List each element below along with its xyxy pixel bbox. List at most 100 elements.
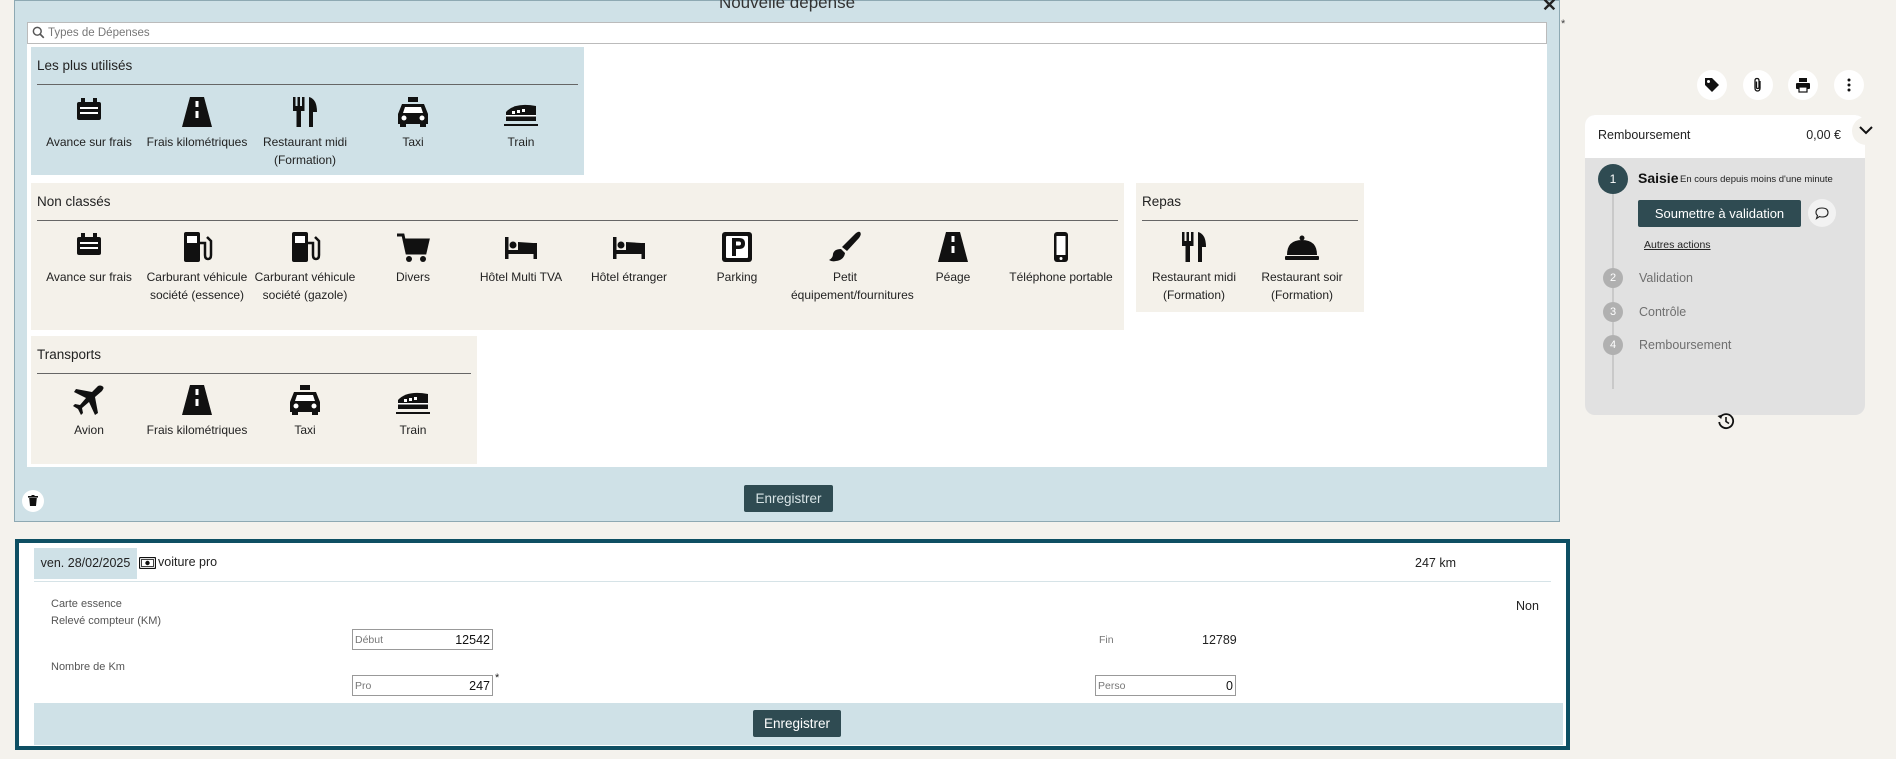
odometer-start-field[interactable]: Début 12542 xyxy=(352,629,493,650)
field-placeholder: Début xyxy=(355,634,384,646)
expense-tile[interactable]: Train xyxy=(359,382,467,439)
expense-tile[interactable]: Hôtel Multi TVA xyxy=(467,229,575,286)
reimbursement-title: Remboursement xyxy=(1598,128,1691,142)
cash-advance-icon xyxy=(71,229,107,265)
group-unclassified: Non classés Avance sur frais Carburant v… xyxy=(31,183,1124,330)
expense-tile-label: Avion xyxy=(74,423,104,437)
workflow-line xyxy=(1612,189,1614,389)
expense-tile[interactable]: Frais kilométriques xyxy=(143,382,251,439)
shopping-cart-icon xyxy=(395,229,431,265)
expense-tile[interactable]: Restaurant soir (Formation) xyxy=(1248,229,1356,304)
bed-icon xyxy=(611,229,647,265)
expense-tile-label: Train xyxy=(507,135,535,149)
tag-icon xyxy=(1697,77,1727,93)
km-perso-field[interactable]: Perso 0 xyxy=(1095,675,1236,696)
entry-title: voiture pro xyxy=(139,555,217,569)
plane-icon xyxy=(71,382,107,418)
expense-tile[interactable]: Divers xyxy=(359,229,467,286)
trash-icon xyxy=(22,495,44,506)
step-label: Saisie xyxy=(1638,170,1679,186)
step-label: Contrôle xyxy=(1639,305,1687,319)
fuel-card-label: Carte essence xyxy=(51,598,122,610)
expense-tile[interactable]: Avance sur frais xyxy=(35,94,143,151)
entry-save-button[interactable]: Enregistrer xyxy=(753,710,841,737)
step-number: 3 xyxy=(1603,302,1623,322)
step-number: 1 xyxy=(1598,164,1628,194)
odometer-end-label: Fin xyxy=(1099,634,1114,646)
expense-tile[interactable]: Restaurant midi (Formation) xyxy=(1140,229,1248,304)
group-title: Non classés xyxy=(37,194,111,209)
chevron-down-icon xyxy=(1852,125,1880,135)
cash-advance-icon xyxy=(71,94,107,130)
delete-button[interactable] xyxy=(22,490,44,512)
expense-tile-label: Avance sur frais xyxy=(46,270,132,284)
attachment-button[interactable] xyxy=(1743,70,1773,100)
divider xyxy=(34,581,1551,582)
km-pro-field[interactable]: Pro 247 xyxy=(352,675,493,696)
other-actions-link[interactable]: Autres actions xyxy=(1644,239,1711,251)
group-meals: Repas Restaurant midi (Formation) Restau… xyxy=(1136,183,1364,312)
tag-button[interactable] xyxy=(1697,70,1727,100)
expense-tile-label: Train xyxy=(399,423,427,437)
taxi-icon xyxy=(395,94,431,130)
expense-tile[interactable]: Carburant véhicule société (essence) xyxy=(143,229,251,304)
step-status: En cours depuis moins d'une minute xyxy=(1680,174,1833,185)
banknote-icon xyxy=(139,556,156,569)
modal-save-button[interactable]: Enregistrer xyxy=(744,485,833,512)
taxi-icon xyxy=(287,382,323,418)
expense-tile[interactable]: Taxi xyxy=(251,382,359,439)
expense-tile[interactable]: Petit équipement/fournitures xyxy=(791,229,914,304)
search-input[interactable] xyxy=(48,23,1538,43)
parking-icon xyxy=(719,229,755,265)
required-marker: * xyxy=(1561,18,1566,30)
expense-tile[interactable]: Frais kilométriques xyxy=(143,94,251,151)
expense-tile-label: Taxi xyxy=(294,423,316,437)
expense-tile[interactable]: Avance sur frais xyxy=(35,229,143,286)
expense-tile[interactable]: Train xyxy=(467,94,575,151)
search-icon xyxy=(32,26,45,39)
expense-tile-label: Frais kilométriques xyxy=(146,135,248,149)
group-transports: Transports Avion Frais kilométriques Tax… xyxy=(31,336,477,464)
collapse-button[interactable] xyxy=(1852,117,1880,145)
expense-tile[interactable]: Péage xyxy=(899,229,1007,286)
close-icon[interactable]: ✕ xyxy=(1542,0,1557,16)
road-icon xyxy=(179,382,215,418)
expense-tile[interactable]: Parking xyxy=(683,229,791,286)
required-marker: * xyxy=(495,672,500,684)
expense-tile[interactable]: Restaurant midi (Formation) xyxy=(251,94,359,169)
group-most-used: Les plus utilisés Avance sur frais Frais… xyxy=(31,47,584,175)
group-title: Repas xyxy=(1142,194,1182,209)
expense-entry-panel: ven. 28/02/2025 voiture pro 247 km Carte… xyxy=(15,539,1570,750)
comment-button[interactable] xyxy=(1808,199,1836,227)
expense-tile-label: Hôtel étranger xyxy=(590,270,668,284)
more-actions-button[interactable] xyxy=(1834,70,1864,100)
expense-types-area: Les plus utilisés Avance sur frais Frais… xyxy=(27,44,1547,467)
expense-tile-label: Carburant véhicule société (gazole) xyxy=(254,270,356,302)
fork-knife-icon xyxy=(1176,229,1212,265)
submit-validation-button[interactable]: Soumettre à validation xyxy=(1638,200,1801,227)
expense-tile-label: Hôtel Multi TVA xyxy=(479,270,563,284)
field-value: 12542 xyxy=(455,633,490,647)
expense-tile-label: Frais kilométriques xyxy=(146,423,248,437)
cloche-icon xyxy=(1284,229,1320,265)
expense-type-search[interactable] xyxy=(27,22,1547,44)
fuel-pump-icon xyxy=(179,229,215,265)
history-icon[interactable] xyxy=(1716,411,1736,431)
divider xyxy=(37,84,578,85)
field-value: 0 xyxy=(1226,679,1233,693)
expense-tile-label: Téléphone portable xyxy=(1009,270,1113,284)
expense-tile[interactable]: Téléphone portable xyxy=(1007,229,1115,286)
expense-tile[interactable]: Taxi xyxy=(359,94,467,151)
reimbursement-amount: 0,00 € xyxy=(1806,128,1841,142)
expense-tile-label: Restaurant soir (Formation) xyxy=(1261,270,1343,302)
expense-tile[interactable]: Avion xyxy=(35,382,143,439)
step-label: Remboursement xyxy=(1639,338,1732,352)
expense-tile-label: Petit équipement/fournitures xyxy=(791,270,914,302)
entry-date: ven. 28/02/2025 xyxy=(34,548,137,579)
fork-knife-icon xyxy=(287,94,323,130)
print-button[interactable] xyxy=(1788,70,1818,100)
expense-tile[interactable]: Carburant véhicule société (gazole) xyxy=(251,229,359,304)
step-number: 4 xyxy=(1603,335,1623,355)
expense-tile[interactable]: Hôtel étranger xyxy=(575,229,683,286)
group-title: Transports xyxy=(37,347,102,362)
